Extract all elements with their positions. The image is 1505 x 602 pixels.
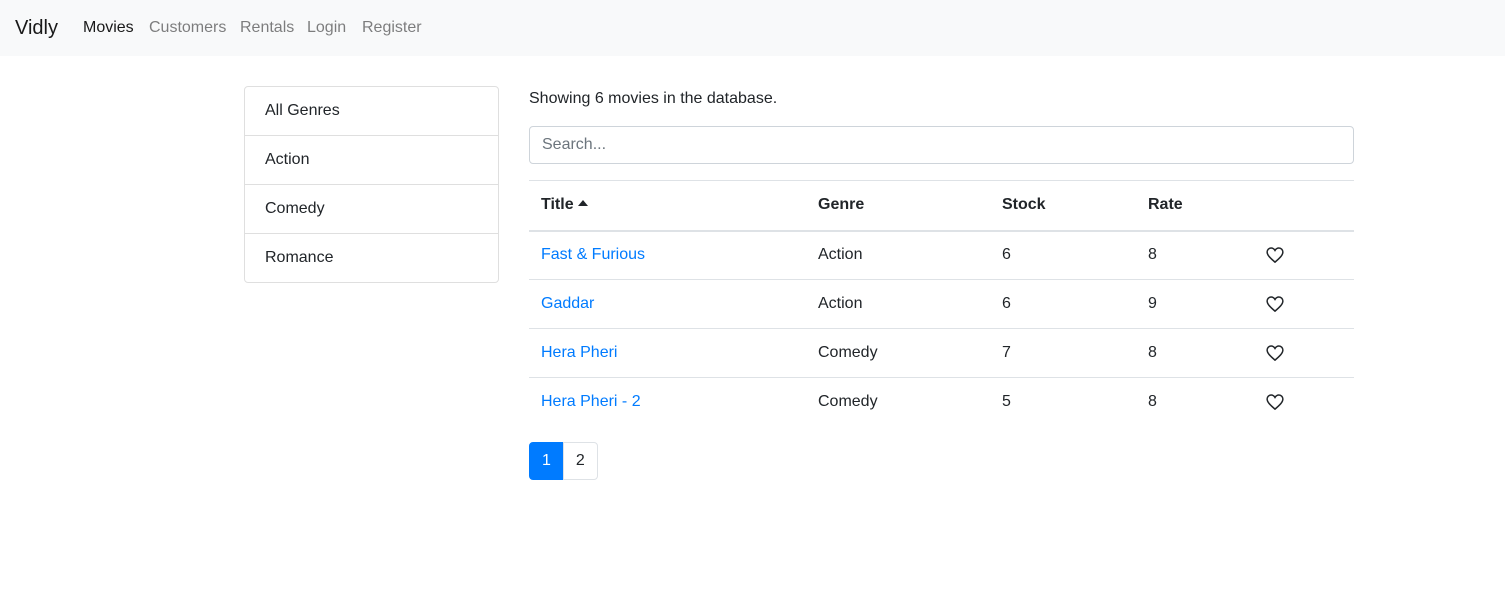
movie-title-link[interactable]: Hera Pheri - 2 <box>541 393 641 410</box>
table-row: Fast & Furious Action 6 8 <box>529 230 1354 280</box>
column-header-stock[interactable]: Stock <box>990 180 1136 232</box>
cell-like <box>1254 230 1354 280</box>
cell-title: Fast & Furious <box>529 230 806 280</box>
genre-item-romance[interactable]: Romance <box>245 234 498 282</box>
page-button-1[interactable]: 1 <box>529 442 564 480</box>
cell-rate: 9 <box>1136 279 1254 329</box>
nav-link-movies[interactable]: Movies <box>83 17 134 39</box>
movie-title-link[interactable]: Hera Pheri <box>541 344 617 361</box>
genre-list: All Genres Action Comedy Romance <box>244 86 499 283</box>
nav-link-customers[interactable]: Customers <box>149 17 226 39</box>
cell-stock: 7 <box>990 328 1136 378</box>
cell-genre: Action <box>806 279 990 329</box>
navbar: Vidly Movies Customers Rentals Login Reg… <box>0 0 1505 56</box>
movie-title-link[interactable]: Gaddar <box>541 295 594 312</box>
cell-genre: Comedy <box>818 393 878 411</box>
nav-link-register[interactable]: Register <box>362 17 422 39</box>
cell-stock: 6 <box>990 230 1136 280</box>
cell-rate: 8 <box>1148 393 1157 411</box>
genre-item-comedy[interactable]: Comedy <box>245 185 498 234</box>
nav-link-rentals[interactable]: Rentals <box>240 17 294 39</box>
cell-genre: Comedy <box>806 328 990 378</box>
cell-like <box>1254 279 1354 329</box>
cell-like <box>1254 328 1354 378</box>
column-header-like <box>1254 180 1354 232</box>
column-header-title[interactable]: Title <box>529 180 806 232</box>
nav-link-login[interactable]: Login <box>307 17 346 39</box>
cell-rate: 8 <box>1136 328 1254 378</box>
genre-item-all[interactable]: All Genres <box>245 87 498 136</box>
table-header: Title Genre Stock Rate <box>529 180 1354 232</box>
pagination: 1 2 <box>529 442 598 480</box>
table-row: Gaddar Action 6 9 <box>529 279 1354 329</box>
cell-title: Hera Pheri - 2 <box>529 378 806 427</box>
cell-title: Gaddar <box>529 279 806 329</box>
table-body: Fast & Furious Action 6 8 Gaddar Action … <box>529 230 1354 427</box>
page-button-2[interactable]: 2 <box>562 442 598 480</box>
movie-title-link[interactable]: Fast & Furious <box>541 246 645 263</box>
column-header-genre[interactable]: Genre <box>806 180 990 232</box>
table-row: Hera Pheri Comedy 7 8 <box>529 328 1354 378</box>
column-header-rate[interactable]: Rate <box>1136 180 1254 232</box>
cell-title: Hera Pheri <box>529 328 806 378</box>
caret-up-icon <box>577 200 588 207</box>
heart-outline-icon[interactable] <box>1266 296 1284 312</box>
genre-item-action[interactable]: Action <box>245 136 498 185</box>
table-row: Hera Pheri - 2 Comedy 5 8 <box>529 378 1354 427</box>
brand-logo[interactable]: Vidly <box>15 15 58 41</box>
cell-stock: 5 <box>1002 393 1011 411</box>
heart-outline-icon[interactable] <box>1266 394 1284 411</box>
heart-outline-icon[interactable] <box>1266 247 1284 264</box>
cell-like <box>1254 378 1354 427</box>
movies-table: Title Genre Stock Rate Fast & Furious Ac… <box>529 180 1354 427</box>
cell-genre: Action <box>806 230 990 280</box>
heart-outline-icon[interactable] <box>1266 345 1284 361</box>
movie-count-summary: Showing 6 movies in the database. <box>529 90 778 107</box>
cell-rate: 8 <box>1136 230 1254 280</box>
cell-stock: 6 <box>990 279 1136 329</box>
search-input[interactable] <box>529 126 1354 164</box>
column-header-title-label: Title <box>541 196 574 214</box>
